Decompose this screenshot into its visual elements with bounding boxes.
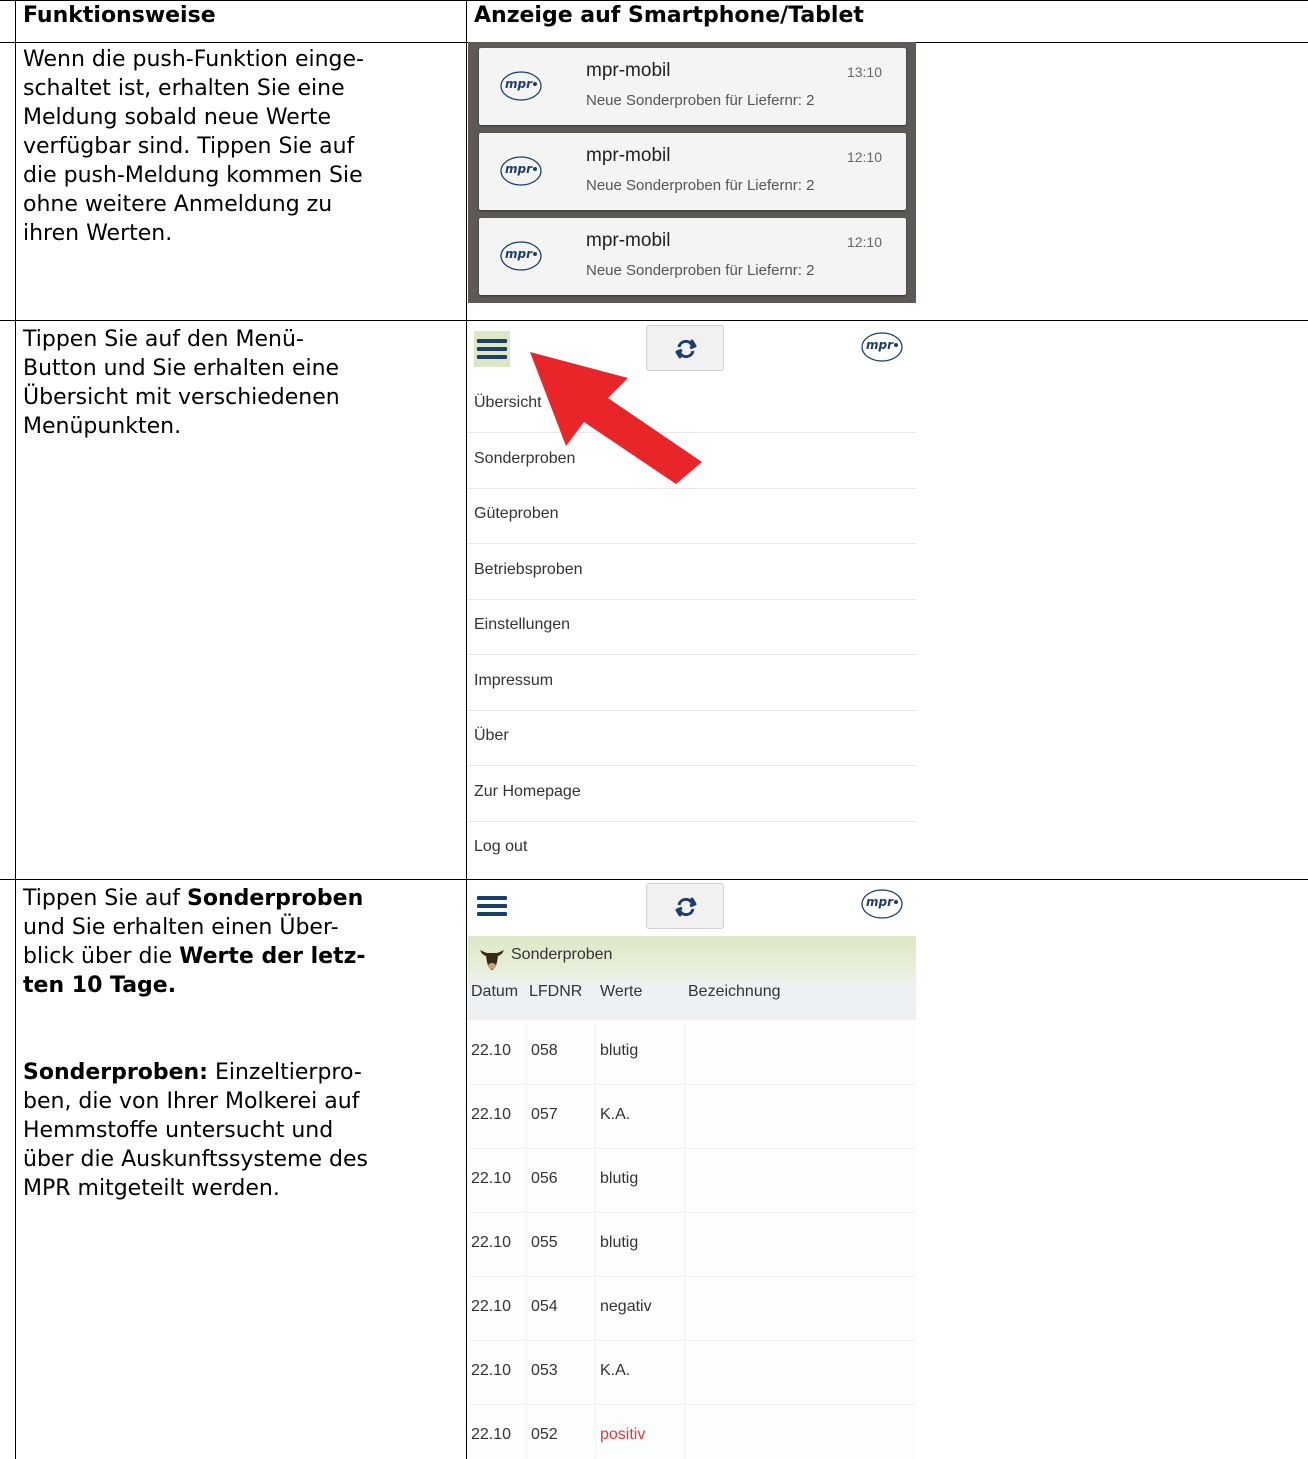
table-row[interactable]: 22.10 058 blutig	[468, 1021, 916, 1085]
table-row[interactable]: 22.10 055 blutig	[468, 1213, 916, 1277]
menu-item-label: Einstellungen	[474, 616, 571, 633]
svg-text:mpr: mpr	[505, 247, 533, 261]
svg-text:mpr: mpr	[505, 162, 533, 176]
column-header-werte: Werte	[600, 983, 643, 1000]
column-header-lfdnr: LFDNR	[529, 983, 583, 1000]
document-page: Funktionsweise Anzeige auf Smartphone/Ta…	[0, 0, 1308, 1459]
row3-definition: Sonderproben: Einzeltierpro- ben, die vo…	[23, 1058, 453, 1203]
notification-card[interactable]: mpr mpr-mobil 12:10 Neue Sonderproben fü…	[479, 133, 906, 210]
row3-description: Tippen Sie auf Sonderproben und Sie erha…	[23, 884, 453, 1000]
cell-werte: blutig	[600, 1234, 639, 1251]
notification-text: Neue Sonderproben für Liefernr: 2	[586, 92, 815, 109]
menu-item-logout[interactable]: Log out	[468, 822, 916, 877]
cell-werte: blutig	[600, 1042, 639, 1059]
table-row[interactable]: 22.10 056 blutig	[468, 1149, 916, 1213]
mpr-logo-icon: mpr	[499, 70, 543, 106]
svg-text:mpr: mpr	[866, 338, 894, 352]
menu-item-gueteproben[interactable]: Güteproben	[468, 489, 916, 544]
menu-item-label: Betriebsproben	[474, 561, 583, 578]
menu-item-label: Log out	[474, 838, 528, 855]
column-header-bezeichnung: Bezeichnung	[688, 983, 781, 1000]
cell-lfdnr: 057	[531, 1106, 558, 1123]
cell-werte: K.A.	[600, 1106, 631, 1123]
cow-icon	[480, 950, 504, 970]
column-header-datum: Datum	[471, 983, 519, 1000]
row3-bold-sonderproben: Sonderproben	[187, 886, 364, 911]
cell-lfdnr: 058	[531, 1042, 558, 1059]
notification-card[interactable]: mpr mpr-mobil 13:10 Neue Sonderproben fü…	[479, 48, 906, 125]
cell-lfdnr: 054	[531, 1298, 558, 1315]
notification-time: 12:10	[846, 234, 882, 250]
cell-datum: 22.10	[471, 1362, 512, 1379]
cell-werte-positive: positiv	[600, 1426, 646, 1443]
row3-bold-label: Sonderproben:	[23, 1060, 208, 1085]
notification-time: 12:10	[846, 149, 882, 165]
row3-text: Tippen Sie auf	[23, 886, 188, 911]
menu-item-betriebsproben[interactable]: Betriebsproben	[468, 545, 916, 600]
table-row[interactable]: 22.10 053 K.A.	[468, 1341, 916, 1405]
table-row[interactable]: 22.10 052 positiv	[468, 1405, 916, 1459]
sonderproben-screenshot: mpr Sonderproben Datum LFDNR Werte Bezei…	[468, 880, 916, 1459]
cell-werte: negativ	[600, 1298, 652, 1315]
row1-description: Wenn die push-Funktion einge- schaltet i…	[23, 47, 364, 246]
notification-card[interactable]: mpr mpr-mobil 12:10 Neue Sonderproben fü…	[479, 218, 906, 295]
cell-lfdnr: 052	[531, 1426, 558, 1443]
menu-item-homepage[interactable]: Zur Homepage	[468, 767, 916, 822]
red-arrow-icon	[530, 352, 702, 484]
refresh-icon	[675, 897, 697, 917]
refresh-button[interactable]	[646, 883, 724, 929]
mpr-logo-icon: mpr	[499, 240, 543, 276]
cell-lfdnr: 055	[531, 1234, 558, 1251]
cell-datum: 22.10	[471, 1298, 512, 1315]
table-row[interactable]: 22.10 057 K.A.	[468, 1085, 916, 1149]
menu-item-impressum[interactable]: Impressum	[468, 656, 916, 711]
cell-datum: 22.10	[471, 1426, 512, 1443]
row2-description: Tippen Sie auf den Menü- Button und Sie …	[23, 327, 340, 439]
cell-datum: 22.10	[471, 1170, 512, 1187]
notification-text: Neue Sonderproben für Liefernr: 2	[586, 262, 815, 279]
notification-screenshot: mpr mpr-mobil 13:10 Neue Sonderproben fü…	[468, 42, 916, 303]
notification-time: 13:10	[846, 64, 882, 80]
cell-werte: blutig	[600, 1170, 639, 1187]
cell-lfdnr: 053	[531, 1362, 558, 1379]
menu-item-label: Über	[474, 727, 509, 744]
mpr-logo-icon: mpr	[860, 331, 904, 367]
cell-datum: 22.10	[471, 1234, 512, 1251]
cell-lfdnr: 056	[531, 1170, 558, 1187]
hamburger-menu-icon[interactable]	[474, 888, 510, 924]
svg-text:mpr: mpr	[505, 77, 533, 91]
cell-datum: 22.10	[471, 1106, 512, 1123]
svg-text:mpr: mpr	[866, 895, 894, 909]
header-funktionsweise: Funktionsweise	[23, 3, 216, 28]
mpr-logo-icon: mpr	[499, 155, 543, 191]
table-row[interactable]: 22.10 054 negativ	[468, 1277, 916, 1341]
menu-item-label: Impressum	[474, 672, 554, 689]
table-column-divider	[466, 0, 467, 1459]
menu-item-einstellungen[interactable]: Einstellungen	[468, 600, 916, 655]
hamburger-menu-icon[interactable]	[474, 331, 510, 367]
menu-item-label: Zur Homepage	[474, 783, 581, 800]
menu-item-label: Güteproben	[474, 505, 559, 522]
cell-werte: K.A.	[600, 1362, 631, 1379]
notification-app-name: mpr-mobil	[586, 60, 671, 81]
sonderproben-section-header: Sonderproben Datum LFDNR Werte Bezeichnu…	[468, 936, 916, 1020]
cell-datum: 22.10	[471, 1042, 512, 1059]
section-title: Sonderproben	[511, 946, 613, 963]
menu-item-ueber[interactable]: Über	[468, 711, 916, 766]
table-left-border	[15, 0, 16, 1459]
notification-app-name: mpr-mobil	[586, 145, 671, 166]
header-anzeige: Anzeige auf Smartphone/Tablet	[474, 3, 864, 28]
mpr-logo-icon: mpr	[860, 888, 904, 924]
notification-text: Neue Sonderproben für Liefernr: 2	[586, 177, 815, 194]
notification-app-name: mpr-mobil	[586, 230, 671, 251]
